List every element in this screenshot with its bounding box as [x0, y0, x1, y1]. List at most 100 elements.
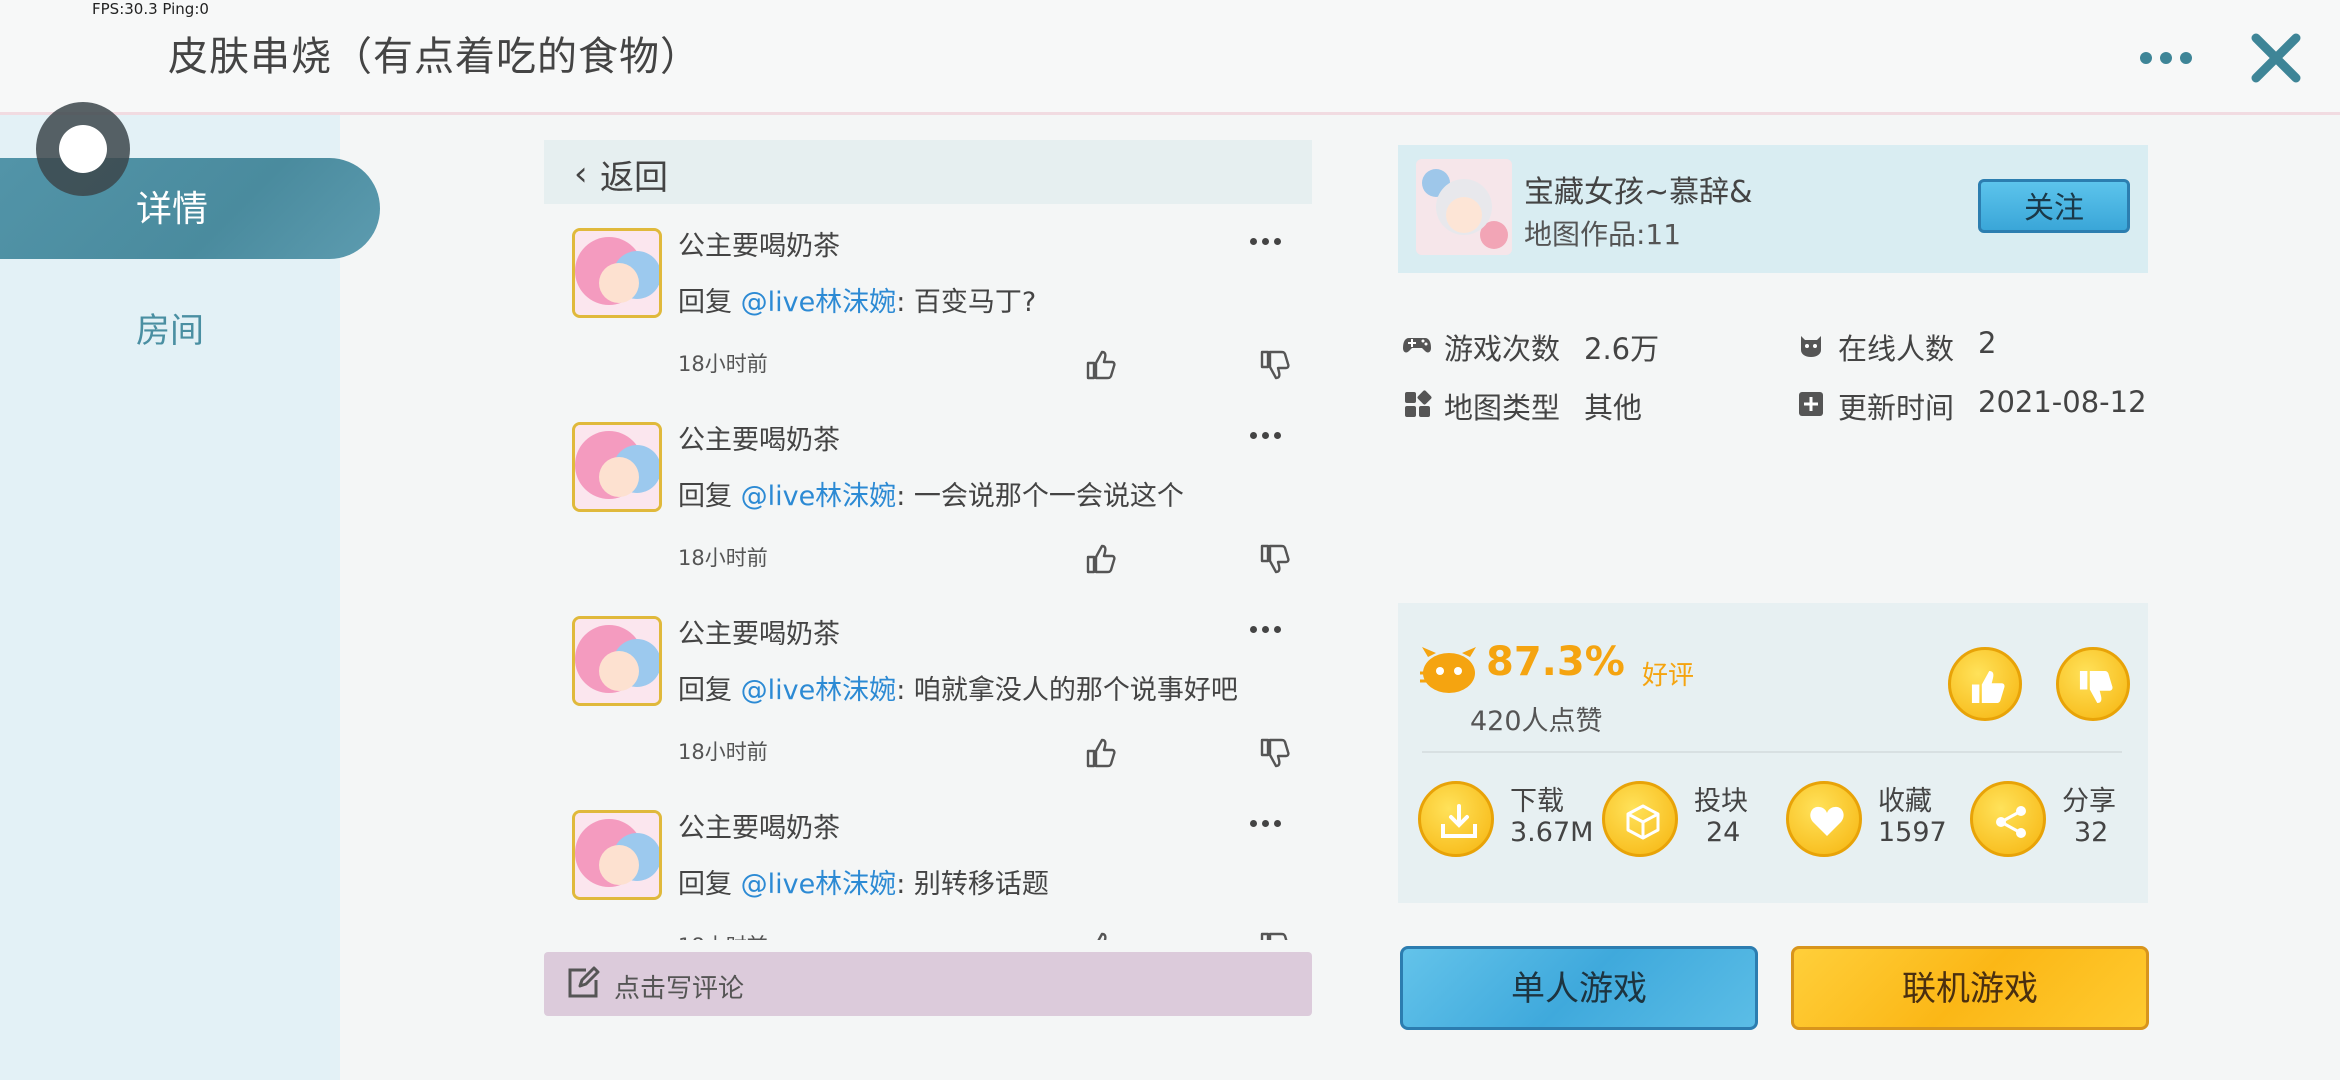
comment-item: 公主要喝奶茶 回复 @live林沫婉: 咱就拿没人的那个说事好吧 18小时前 — [544, 602, 1312, 796]
thumbs-down-icon[interactable] — [1258, 542, 1292, 576]
sidebar — [0, 115, 340, 1080]
reply-prefix: 回复 — [678, 287, 741, 318]
comment-more-icon[interactable] — [1250, 432, 1281, 439]
rate-dislike-button[interactable] — [2056, 647, 2130, 721]
grid-icon — [1405, 390, 1432, 417]
stat-map-type: 地图类型 其他 — [1402, 385, 1782, 425]
thumbs-up-icon[interactable] — [1084, 542, 1118, 576]
share-label: 分享 — [2062, 786, 2116, 817]
comment-body: : 别转移话题 — [896, 869, 1049, 900]
comment-item: 公主要喝奶茶 回复 @live林沫婉: 百变马丁? 18小时前 — [544, 214, 1312, 408]
comment-username: 公主要喝奶茶 — [678, 813, 840, 844]
author-name[interactable]: 宝藏女孩~慕辞& — [1524, 167, 1753, 211]
download-value: 3.67M — [1510, 817, 1594, 848]
comment-time: 18小时前 — [678, 546, 768, 570]
comment-more-icon[interactable] — [1250, 820, 1281, 827]
thumbs-up-icon — [1971, 670, 2005, 704]
back-button[interactable]: ‹ 返回 — [544, 140, 1312, 204]
stat-updated: 更新时间 2021-08-12 — [1796, 385, 2147, 425]
comment-body: : 百变马丁? — [896, 287, 1037, 318]
single-player-button[interactable]: 单人游戏 — [1400, 946, 1758, 1030]
heart-icon — [1786, 781, 1862, 857]
rating-percent: 87.3% — [1486, 639, 1625, 685]
favorite-value: 1597 — [1878, 817, 1947, 848]
comment-item: 公主要喝奶茶 回复 @live林沫婉: 一会说那个一会说这个 18小时前 — [544, 408, 1312, 602]
close-icon[interactable] — [2248, 30, 2304, 86]
cube-icon — [1602, 781, 1678, 857]
edit-icon — [568, 966, 600, 998]
comment-more-icon[interactable] — [1250, 238, 1281, 245]
more-options-icon[interactable] — [2140, 52, 2192, 64]
reply-prefix: 回复 — [678, 869, 741, 900]
thumbs-down-icon[interactable] — [1258, 930, 1292, 940]
favorite-label: 收藏 — [1878, 786, 1932, 817]
share-value: 32 — [2074, 817, 2109, 848]
top-divider — [0, 112, 2340, 115]
multiplayer-button[interactable]: 联机游戏 — [1791, 946, 2149, 1030]
mention-link[interactable]: @live林沫婉 — [741, 675, 897, 706]
vote-block-button[interactable]: 投块 24 — [1602, 781, 1786, 861]
floating-assistive-button[interactable] — [36, 102, 130, 196]
stat-map-type-label: 地图类型 — [1444, 391, 1561, 425]
comment-item: 公主要喝奶茶 回复 @live林沫婉: 别转移话题 18小时前 — [544, 796, 1312, 940]
write-comment-placeholder: 点击写评论 — [614, 974, 745, 1004]
stat-plays: 游戏次数 2.6万 — [1402, 326, 1782, 366]
follow-button[interactable]: 关注 — [1978, 179, 2130, 233]
comment-username: 公主要喝奶茶 — [678, 619, 840, 650]
avatar[interactable] — [572, 616, 662, 706]
rating-panel: 87.3% 好评 420人点赞 下载 3.67M 投块 24 收藏 1597 分… — [1398, 603, 2148, 903]
avatar[interactable] — [572, 810, 662, 900]
avatar[interactable] — [572, 228, 662, 318]
stat-map-type-value: 其他 — [1584, 391, 1643, 425]
stat-updated-label: 更新时间 — [1838, 391, 1955, 425]
comment-username: 公主要喝奶茶 — [678, 425, 840, 456]
mascot-rating-icon — [1420, 647, 1476, 693]
mention-link[interactable]: @live林沫婉 — [741, 869, 897, 900]
rating-good-label: 好评 — [1642, 661, 1695, 691]
thumbs-up-icon[interactable] — [1084, 348, 1118, 382]
thumbs-down-icon[interactable] — [1258, 736, 1292, 770]
write-comment-input[interactable]: 点击写评论 — [544, 952, 1312, 1016]
reply-prefix: 回复 — [678, 481, 741, 512]
rating-like-count: 420人点赞 — [1470, 706, 1603, 737]
download-button[interactable]: 下载 3.67M — [1418, 781, 1602, 861]
thumbs-down-icon[interactable] — [1258, 348, 1292, 382]
share-button[interactable]: 分享 32 — [1970, 781, 2154, 861]
stat-online-label: 在线人数 — [1838, 332, 1955, 366]
comment-list[interactable]: 公主要喝奶茶 回复 @live林沫婉: 百变马丁? 18小时前 公主要喝奶茶 回… — [544, 214, 1312, 940]
plus-square-icon — [1799, 392, 1823, 416]
author-works-count: 地图作品:11 — [1524, 218, 1682, 251]
rate-like-button[interactable] — [1948, 647, 2022, 721]
comment-body: : 咱就拿没人的那个说事好吧 — [896, 675, 1238, 706]
sidebar-item-rooms[interactable]: 房间 — [136, 303, 204, 352]
back-label: 返回 — [600, 158, 668, 198]
thumbs-up-icon[interactable] — [1084, 736, 1118, 770]
download-icon — [1418, 781, 1494, 857]
comment-body: : 一会说那个一会说这个 — [896, 481, 1184, 512]
thumbs-up-icon[interactable] — [1084, 930, 1118, 940]
vote-block-value: 24 — [1706, 817, 1741, 848]
stat-plays-value: 2.6万 — [1584, 332, 1660, 366]
author-card: 宝藏女孩~慕辞& 地图作品:11 关注 — [1398, 145, 2148, 273]
comment-text: 回复 @live林沫婉: 咱就拿没人的那个说事好吧 — [678, 668, 1238, 707]
reply-prefix: 回复 — [678, 675, 741, 706]
sidebar-item-label: 详情 — [136, 189, 209, 230]
mention-link[interactable]: @live林沫婉 — [741, 481, 897, 512]
rating-divider — [1422, 751, 2122, 753]
page-title: 皮肤串烧（有点着吃的食物） — [168, 34, 701, 80]
favorite-button[interactable]: 收藏 1597 — [1786, 781, 1970, 861]
mention-link[interactable]: @live林沫婉 — [741, 287, 897, 318]
author-avatar[interactable] — [1416, 159, 1512, 255]
chevron-left-icon: ‹ — [574, 154, 588, 194]
gamepad-icon — [1403, 338, 1431, 353]
comment-time: 18小时前 — [678, 352, 768, 376]
avatar[interactable] — [572, 422, 662, 512]
user-online-icon — [1801, 336, 1821, 357]
stat-online-value: 2 — [1978, 326, 1997, 360]
comment-more-icon[interactable] — [1250, 626, 1281, 633]
stat-updated-value: 2021-08-12 — [1978, 385, 2147, 419]
stat-plays-label: 游戏次数 — [1444, 332, 1561, 366]
stat-online: 在线人数 2 — [1796, 326, 2136, 366]
download-label: 下载 — [1510, 786, 1564, 817]
fps-readout: FPS:30.3 Ping:0 — [92, 0, 209, 18]
